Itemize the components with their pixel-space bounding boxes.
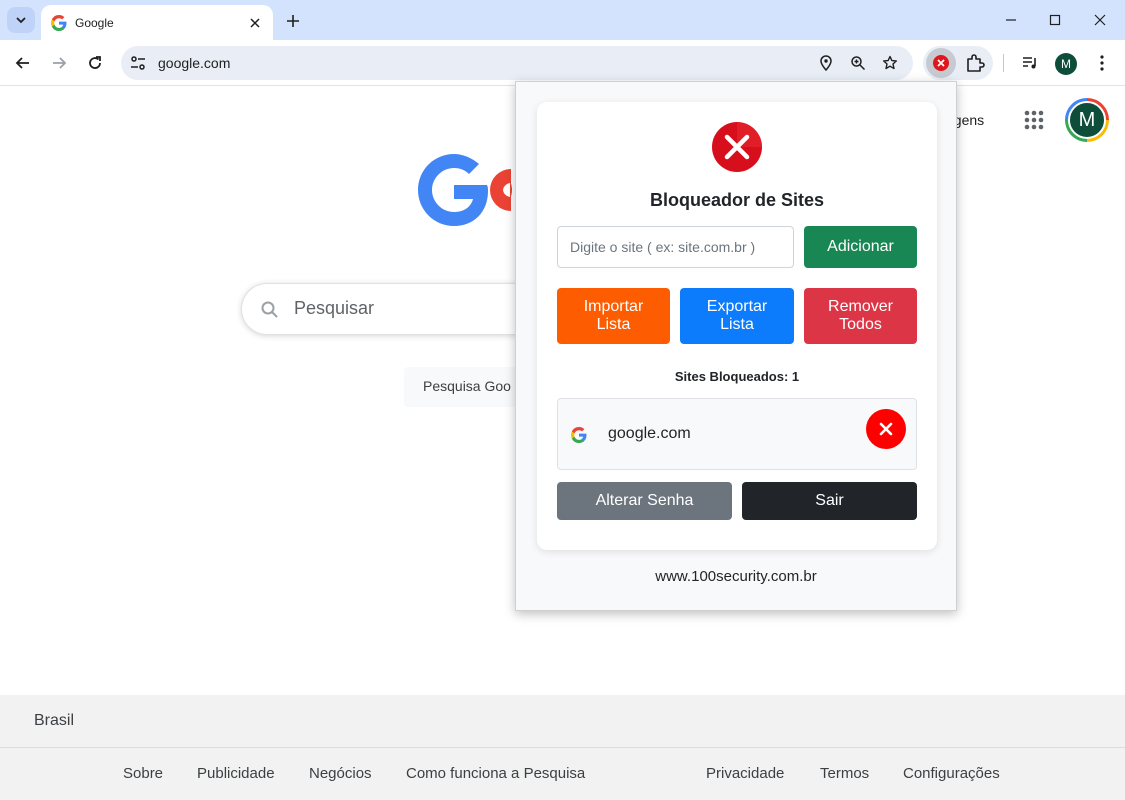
search-box[interactable]: Pesquisar (241, 283, 541, 335)
arrow-left-icon (15, 57, 29, 69)
popup-footer-link[interactable]: www.100security.com.br (516, 568, 956, 585)
zoom-button[interactable] (848, 53, 868, 73)
footer-link-privacy[interactable]: Privacidade (706, 765, 784, 782)
google-logo (418, 154, 512, 226)
close-icon (1094, 14, 1106, 26)
playlist-icon (1023, 57, 1036, 69)
footer-link-about[interactable]: Sobre (123, 765, 163, 782)
location-pin-icon (820, 55, 832, 71)
more-vertical-icon (1100, 55, 1104, 71)
reload-button[interactable] (83, 51, 107, 75)
change-password-button[interactable]: Alterar Senha (557, 482, 732, 520)
profile-avatar[interactable]: M (1055, 53, 1077, 75)
footer-link-advertising[interactable]: Publicidade (197, 765, 275, 782)
minimize-button[interactable] (999, 8, 1023, 32)
address-bar[interactable]: google.com (121, 46, 913, 80)
chrome-menu-button[interactable] (1091, 52, 1113, 74)
bookmark-button[interactable] (880, 53, 900, 73)
minimize-icon (1006, 19, 1016, 21)
forward-button[interactable] (47, 51, 71, 75)
tab-title: Google (75, 15, 114, 30)
footer-link-settings[interactable]: Configurações (903, 765, 1000, 782)
export-list-button[interactable]: Exportar Lista (680, 288, 794, 344)
site-blocker-popup: Bloqueador de Sites Adicionar Importar L… (515, 81, 957, 611)
toolbar-divider (1003, 54, 1004, 72)
new-tab-button[interactable] (282, 10, 304, 32)
tab-google[interactable]: Google (41, 5, 273, 40)
star-icon (883, 55, 897, 70)
google-favicon-icon (571, 427, 587, 443)
back-button[interactable] (11, 51, 35, 75)
maximize-button[interactable] (1043, 8, 1067, 32)
popup-title: Bloqueador de Sites (649, 190, 825, 210)
site-input[interactable] (557, 226, 794, 268)
blocked-site-domain: google.com (608, 425, 691, 442)
footer-link-terms[interactable]: Termos (820, 765, 869, 782)
site-blocker-extension-button[interactable] (926, 48, 956, 78)
site-settings-icon (131, 56, 145, 70)
popup-card: Bloqueador de Sites Adicionar Importar L… (537, 102, 937, 550)
footer-divider (0, 747, 1125, 748)
url-text[interactable]: google.com (158, 55, 230, 71)
tab-close-button[interactable] (245, 13, 265, 33)
browser-toolbar: google.com M (0, 40, 1125, 86)
remove-all-button[interactable]: Remover Todos (804, 288, 917, 344)
extensions-group (923, 46, 993, 80)
block-x-icon (933, 55, 949, 71)
avatar-initial: M (1068, 101, 1106, 139)
footer-link-business[interactable]: Negócios (309, 765, 372, 782)
add-site-button[interactable]: Adicionar (804, 226, 917, 268)
arrow-right-icon (53, 57, 67, 69)
close-icon (879, 422, 893, 436)
location-button[interactable] (816, 53, 836, 73)
tab-search-button[interactable] (7, 7, 35, 33)
import-list-button[interactable]: Importar Lista (557, 288, 670, 344)
chevron-down-icon (16, 17, 26, 24)
block-x-icon (712, 122, 762, 172)
close-window-button[interactable] (1088, 8, 1112, 32)
tab-strip: Google (0, 0, 1125, 40)
exit-button[interactable]: Sair (742, 482, 917, 520)
puzzle-icon[interactable] (964, 52, 986, 74)
plus-icon (287, 15, 299, 27)
search-icon (261, 301, 278, 318)
footer-country: Brasil (34, 712, 75, 729)
reload-icon (89, 56, 101, 69)
media-controls-button[interactable] (1019, 52, 1041, 74)
blocked-site-item: google.com (557, 398, 917, 470)
search-placeholder: Pesquisar (294, 298, 375, 318)
footer-link-how-search-works[interactable]: Como funciona a Pesquisa (406, 765, 585, 782)
google-favicon-icon (51, 14, 67, 31)
google-account-avatar[interactable]: M (1065, 98, 1109, 142)
close-icon (250, 17, 260, 28)
page-footer: Brasil Sobre Publicidade Negócios Como f… (0, 695, 1125, 800)
blocked-count-label: Sites Bloqueados: 1 (674, 369, 800, 384)
remove-site-button[interactable] (866, 409, 906, 449)
zoom-in-icon (851, 56, 866, 71)
maximize-icon (1049, 14, 1061, 26)
google-apps-icon[interactable] (1022, 108, 1046, 132)
